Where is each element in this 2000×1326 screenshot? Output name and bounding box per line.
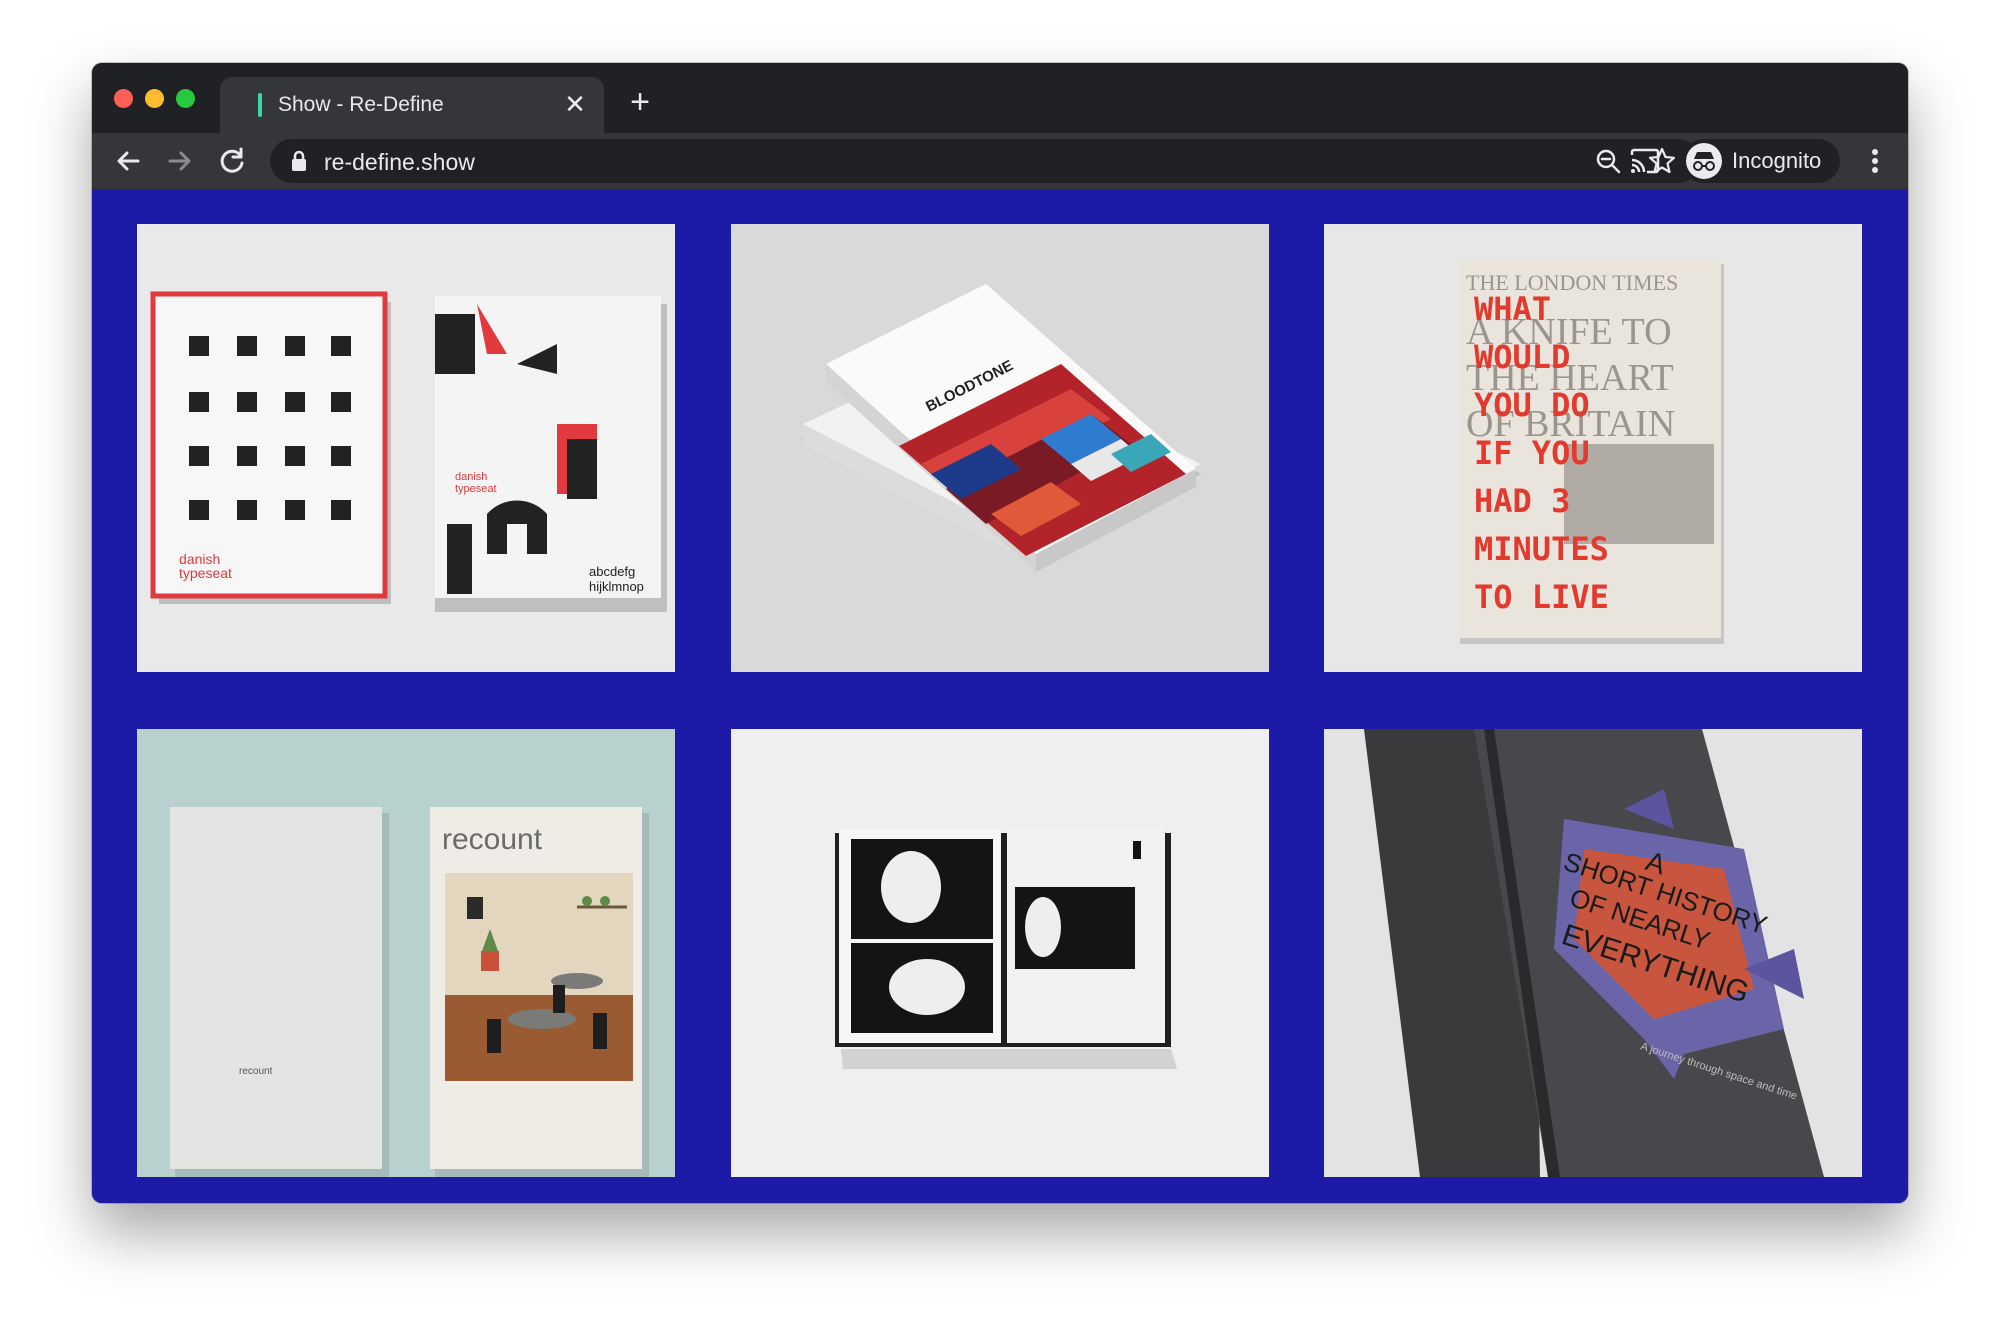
url-text: re-define.show [324, 149, 475, 175]
poster-line-4: IF YOU [1474, 434, 1590, 472]
maximize-window-button[interactable] [176, 89, 195, 108]
address-bar[interactable]: re-define.show [270, 139, 1700, 183]
tab-title: Show - Re-Define [278, 93, 444, 116]
alphabet-line-1: abcdefg [589, 564, 635, 579]
minimize-window-button[interactable] [145, 89, 164, 108]
poster-line-5: HAD 3 [1474, 482, 1570, 520]
poster-line-7: TO LIVE [1474, 578, 1609, 616]
back-arrow-icon[interactable] [108, 141, 148, 181]
back-cover-recount: recount [239, 1066, 273, 1077]
incognito-profile-button[interactable]: Incognito [1682, 139, 1840, 183]
cast-icon[interactable] [1628, 145, 1662, 177]
lock-icon [292, 150, 306, 171]
new-tab-button[interactable]: + [622, 85, 658, 121]
project-card-danish-typeseat[interactable]: danish typeseat danish typeseat abcdefg … [137, 224, 675, 672]
reload-icon[interactable] [212, 141, 252, 181]
project-card-short-history[interactable]: A SHORT HISTORY OF NEARLY EVERYTHING A j… [1324, 729, 1862, 1177]
poster-line-1: WHAT [1474, 290, 1551, 328]
poster-line-6: MINUTES [1474, 530, 1609, 568]
typeseat-small-text: typeseat [455, 483, 497, 495]
poster-line-2: WOULD [1474, 338, 1570, 376]
browser-toolbar: re-define.show Incognito [92, 133, 1908, 189]
project-card-recount[interactable]: recount recount [137, 729, 675, 1177]
tab-close-icon[interactable]: ✕ [560, 89, 590, 119]
project-card-bloodtone[interactable]: BLOODTONE [731, 224, 1269, 672]
menu-icon[interactable] [1860, 141, 1890, 181]
incognito-icon [1686, 143, 1722, 179]
project-card-london-times[interactable]: THE LONDON TIMES A KNIFE TO THE HEART OF… [1324, 224, 1862, 672]
profile-label: Incognito [1732, 148, 1822, 173]
danish-small-text: danish [455, 471, 487, 483]
favicon-icon [258, 93, 262, 117]
recount-title: recount [442, 823, 543, 856]
forward-arrow-icon[interactable] [160, 141, 200, 181]
browser-window: Show - Re-Define ✕ + re-define.show Inco… [92, 63, 1908, 1203]
alphabet-line-2: hijklmnop [589, 579, 644, 594]
gallery-grid: danish typeseat danish typeseat abcdefg … [92, 189, 1908, 1203]
tab-show-redefine[interactable]: Show - Re-Define ✕ [220, 77, 604, 133]
project-card-comic-book[interactable] [731, 729, 1269, 1177]
close-window-button[interactable] [114, 89, 133, 108]
title-bar: Show - Re-Define ✕ + [92, 63, 1908, 133]
typeseat-title-text: typeseat [179, 565, 232, 581]
zoom-icon[interactable] [1592, 145, 1624, 177]
poster-line-3: YOU DO [1474, 386, 1590, 424]
